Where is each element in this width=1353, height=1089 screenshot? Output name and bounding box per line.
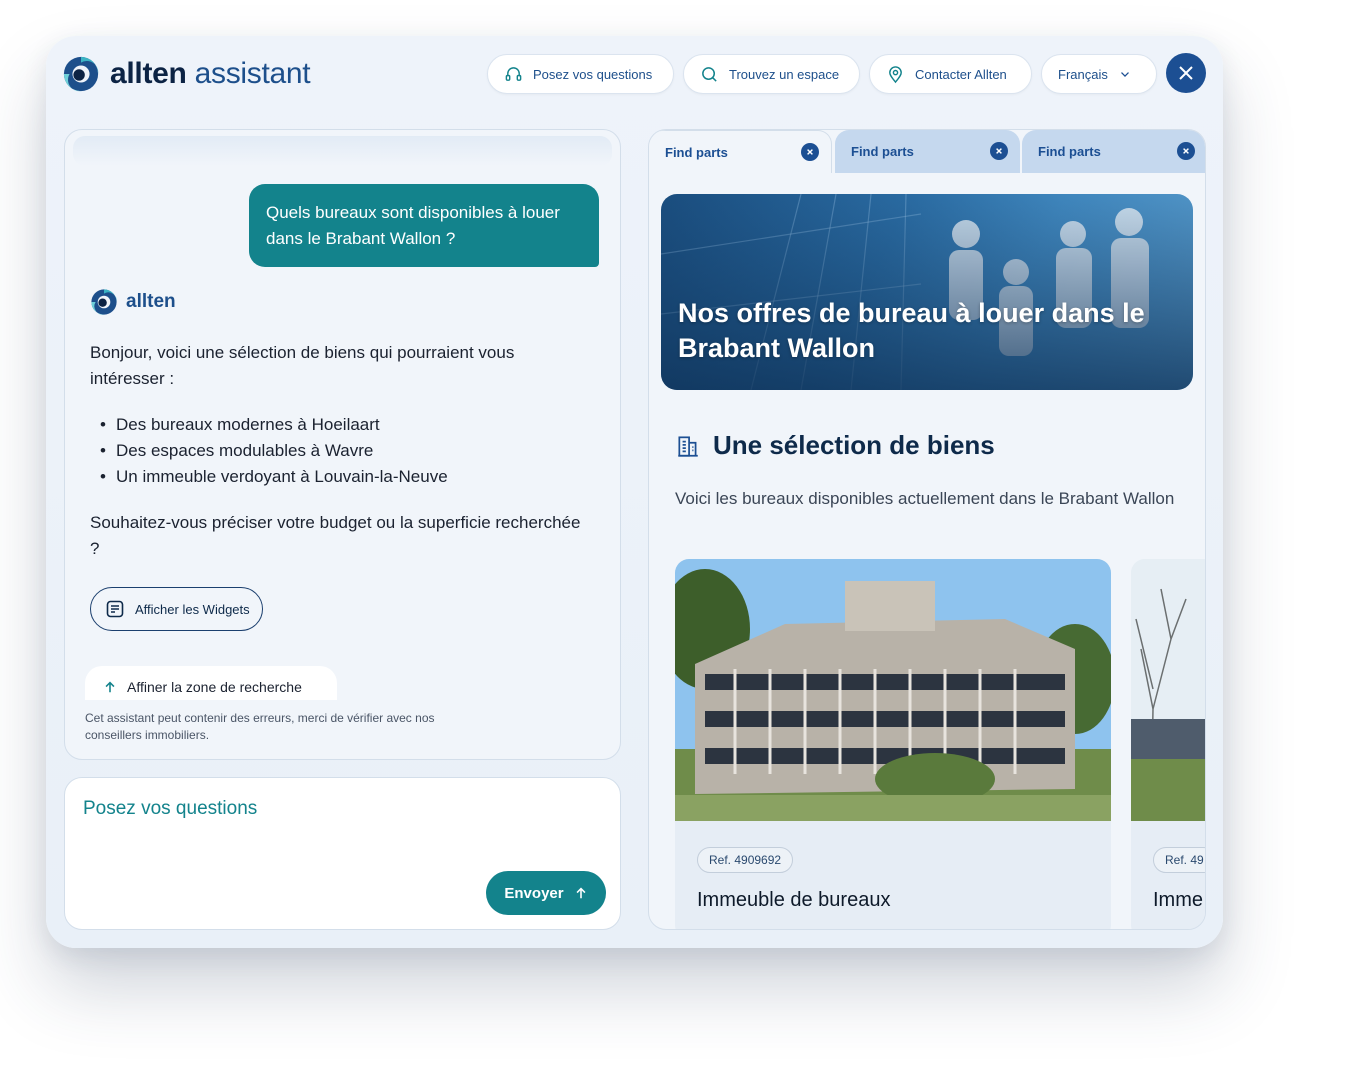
nav-ask-questions[interactable]: Posez vos questions — [487, 54, 674, 94]
language-select[interactable]: Français — [1041, 54, 1157, 94]
tab-label: Find parts — [665, 144, 728, 160]
language-select-label: Français — [1058, 66, 1108, 82]
list-item: Des espaces modulables à Wavre — [100, 438, 590, 464]
list-item: Des bureaux modernes à Hoeilaart — [100, 412, 590, 438]
arrow-up-icon — [576, 887, 586, 899]
disclaimer: Cet assistant peut contenir des erreurs,… — [85, 711, 435, 742]
tab-close-button[interactable] — [801, 143, 819, 161]
user-message: Quels bureaux sont disponibles à louer d… — [249, 184, 599, 267]
close-icon — [1183, 148, 1189, 154]
widgets-icon — [106, 600, 124, 618]
bot-message: Bonjour, voici une sélection de biens qu… — [90, 340, 590, 562]
tab-find-parts-3[interactable]: Find parts — [1022, 130, 1205, 173]
bot-intro: Bonjour, voici une sélection de biens qu… — [90, 343, 515, 388]
show-widgets-button[interactable]: Afficher les Widgets — [90, 587, 263, 631]
section-title: Une sélection de biens — [713, 430, 995, 460]
tab-label: Find parts — [851, 144, 914, 159]
list-item: Un immeuble verdoyant à Louvain-la-Neuve — [100, 464, 590, 490]
chat-panel: Quels bureaux sont disponibles à louer d… — [64, 129, 621, 760]
hero-title: Nos offres de bureau à louer dans le Bra… — [678, 298, 1145, 363]
property-title: Immeuble de bureaux — [697, 889, 891, 911]
tab-close-button[interactable] — [1177, 142, 1195, 160]
brand-name: allten — [110, 57, 187, 90]
tab-find-parts-1[interactable]: Find parts — [649, 130, 832, 173]
send-button[interactable]: Envoyer — [486, 871, 606, 915]
bot-name: allten — [126, 291, 176, 312]
allten-logo-icon — [91, 289, 117, 315]
section-description: Voici les bureaux disponibles actuelleme… — [675, 489, 1175, 508]
nav-ask-questions-label: Posez vos questions — [533, 66, 653, 82]
hero-banner: Nos offres de bureau à louer dans le Bra… — [661, 194, 1193, 390]
close-icon — [996, 148, 1002, 154]
tab-close-button[interactable] — [990, 142, 1008, 160]
show-widgets-label: Afficher les Widgets — [135, 601, 250, 617]
results-panel: Find parts Find parts Find parts Nos off… — [648, 129, 1206, 930]
property-ref-badge: Ref. 49 — [1153, 847, 1205, 873]
search-icon — [702, 66, 717, 82]
building-icon — [678, 435, 698, 457]
tab-find-parts-2[interactable]: Find parts — [835, 130, 1020, 173]
send-label: Envoyer — [504, 884, 564, 902]
input-panel: Envoyer — [64, 777, 621, 930]
chevron-down-icon — [1120, 72, 1129, 77]
office-building-photo — [675, 559, 1111, 821]
arrow-up-icon — [105, 681, 115, 693]
question-input[interactable] — [83, 798, 583, 820]
close-icon — [807, 149, 813, 155]
brand-suffix: assistant — [194, 57, 311, 90]
bot-question: Souhaitez-vous préciser votre budget ou … — [90, 513, 581, 558]
chat-top-fade — [73, 136, 612, 166]
headset-icon — [505, 66, 522, 81]
nav-find-space-label: Trouvez un espace — [729, 66, 840, 82]
nav-contact-label: Contacter Allten — [915, 66, 1007, 82]
assistant-window: allten assistant Posez vos questions Tro… — [46, 36, 1223, 948]
bot-header: allten — [90, 288, 176, 316]
suggestion-chip[interactable]: Affiner la zone de recherche — [85, 666, 337, 700]
brand-logo: allten assistant — [62, 54, 311, 94]
allten-logo-icon — [63, 56, 99, 92]
property-card[interactable]: Ref. 49 Imme — [1131, 559, 1205, 929]
close-icon — [1179, 66, 1193, 80]
bot-list: Des bureaux modernes à Hoeilaart Des esp… — [100, 412, 590, 490]
nav-contact[interactable]: Contacter Allten — [869, 54, 1032, 94]
property-ref-badge: Ref. 4909692 — [697, 847, 794, 873]
nav-find-space[interactable]: Trouvez un espace — [683, 54, 860, 94]
property-title: Imme — [1153, 889, 1203, 911]
close-button[interactable] — [1166, 53, 1206, 93]
section-header: Une sélection de biens — [675, 430, 995, 461]
suggestion-label: Affiner la zone de recherche — [127, 679, 302, 695]
location-pin-icon — [889, 65, 902, 83]
property-card[interactable]: Ref. 4909692 Immeuble de bureaux — [675, 559, 1111, 929]
tab-label: Find parts — [1038, 144, 1101, 159]
office-building-photo — [1131, 559, 1205, 821]
